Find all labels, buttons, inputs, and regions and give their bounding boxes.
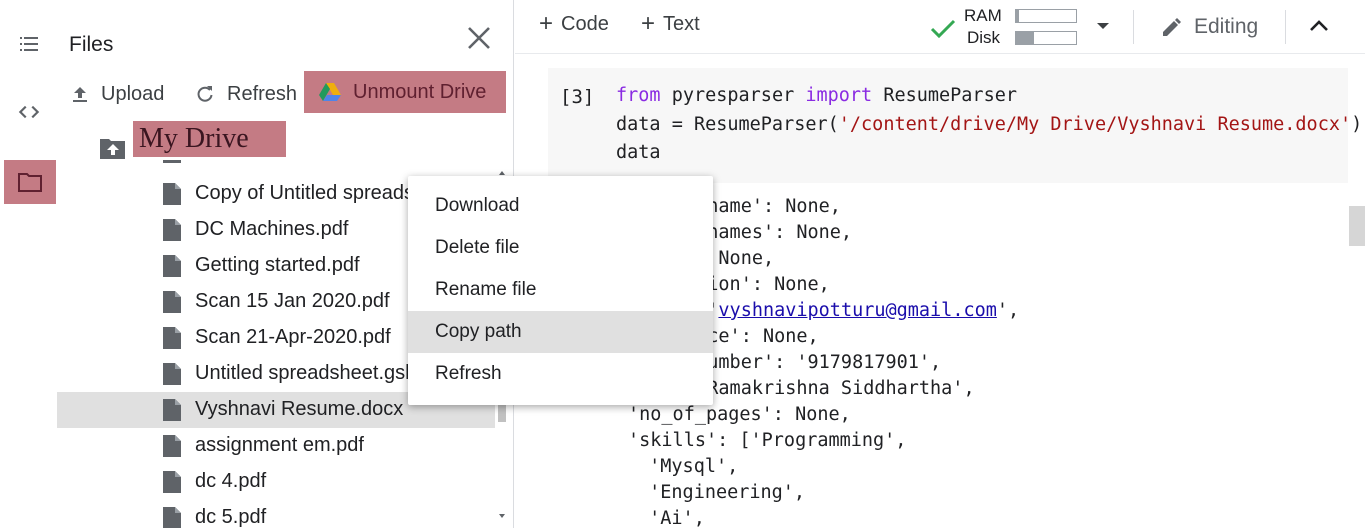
editing-mode-button[interactable]: Editing	[1160, 10, 1258, 44]
my-drive-label[interactable]: My Drive	[133, 121, 286, 157]
ram-usage-bar	[1015, 9, 1077, 23]
toolbar-divider	[1133, 10, 1134, 44]
upload-label: Upload	[101, 82, 165, 105]
plus-icon: +	[641, 10, 656, 37]
output-line: 'Engineering',	[638, 482, 806, 503]
left-rail	[0, 0, 57, 528]
file-icon	[162, 254, 182, 284]
add-code-label: Code	[561, 12, 609, 35]
output-line: : 'vyshnavipotturu@gmail.com',	[685, 300, 1019, 321]
output-line: 'no_of_pages': None,	[628, 404, 851, 425]
files-tab-icon[interactable]	[4, 160, 56, 204]
code-line-3: data	[616, 142, 661, 163]
file-icon	[162, 362, 182, 392]
file-icon	[162, 326, 182, 356]
email-link[interactable]: vyshnavipotturu@gmail.com	[718, 300, 996, 321]
file-icon	[162, 290, 182, 320]
disk-label: Disk	[967, 28, 1001, 47]
editing-label: Editing	[1194, 15, 1259, 38]
file-name: Scan 21-Apr-2020.pdf	[195, 326, 391, 348]
file-name: dc 4.pdf	[195, 470, 267, 492]
connected-check-icon	[930, 19, 956, 39]
add-code-button[interactable]: + Code	[539, 12, 609, 36]
output-line: 'Ai',	[638, 508, 705, 528]
collapse-chevron-up-icon[interactable]	[1308, 15, 1330, 42]
refresh-menu-item[interactable]: Refresh	[408, 353, 713, 395]
disk-usage-bar	[1015, 31, 1077, 45]
table-of-contents-icon[interactable]	[0, 26, 57, 62]
file-row-partial[interactable]	[57, 160, 495, 170]
file-row[interactable]: assignment em.pdf	[57, 428, 495, 464]
upload-icon	[73, 87, 87, 102]
file-name: Getting started.pdf	[195, 254, 360, 276]
file-icon	[162, 434, 182, 464]
folder-up-icon	[100, 139, 125, 159]
close-icon[interactable]	[465, 24, 493, 52]
file-icon	[162, 398, 182, 428]
file-name: dc 5.pdf	[195, 506, 267, 528]
file-name: Vyshnavi Resume.docx	[195, 398, 404, 420]
plus-icon: +	[539, 10, 554, 37]
google-drive-icon	[319, 83, 341, 101]
download-menu-item[interactable]: Download	[408, 185, 713, 227]
code-cell[interactable]: [3] from pyresparser import ResumeParser…	[548, 68, 1362, 183]
import-name: ResumeParser	[872, 85, 1017, 106]
add-text-label: Text	[663, 12, 700, 35]
ram-label: RAM	[964, 6, 1002, 25]
ram-disk-indicator[interactable]: RAM Disk	[930, 4, 1110, 50]
output-line: 'Ramakrishna Siddhartha',	[685, 378, 975, 399]
module-name: pyresparser	[660, 85, 806, 106]
output-line: 'Mysql',	[638, 456, 739, 477]
code-line-2: data = ResumeParser('/content/drive/My D…	[616, 114, 1362, 135]
file-icon	[162, 182, 182, 212]
file-icon	[162, 470, 182, 500]
keyword: import	[805, 85, 873, 106]
refresh-button[interactable]: Refresh	[195, 75, 297, 113]
file-name: Scan 15 Jan 2020.pdf	[195, 290, 390, 312]
file-row[interactable]: dc 5.pdf	[57, 500, 495, 528]
copy-path-menu-item[interactable]: Copy path	[408, 311, 713, 353]
add-text-button[interactable]: + Text	[641, 12, 700, 36]
code-text: data = ResumeParser(	[616, 114, 839, 135]
output-text: ',	[996, 300, 1020, 321]
unmount-drive-label: Unmount Drive	[353, 80, 487, 103]
delete-file-menu-item[interactable]: Delete file	[408, 227, 713, 269]
resources-dropdown-icon[interactable]	[1095, 18, 1111, 39]
string-literal: '/content/drive/My Drive/Vyshnavi Resume…	[838, 114, 1352, 135]
refresh-icon	[197, 86, 213, 102]
keyword: from	[616, 85, 661, 106]
output-line: 'skills': ['Programming',	[628, 430, 907, 451]
rename-file-menu-item[interactable]: Rename file	[408, 269, 713, 311]
file-icon	[162, 160, 182, 170]
file-name: DC Machines.pdf	[195, 218, 349, 240]
code-snippets-icon[interactable]	[0, 94, 57, 130]
execution-count: [3]	[560, 86, 595, 108]
files-panel-title: Files	[69, 33, 114, 56]
file-icon	[162, 218, 182, 248]
output-line: _number': '9179817901',	[685, 352, 942, 373]
file-row[interactable]: dc 4.pdf	[57, 464, 495, 500]
unmount-drive-button[interactable]: Unmount Drive	[304, 71, 506, 113]
pencil-icon	[1163, 18, 1181, 36]
file-name: Untitled spreadsheet.gsheet	[195, 362, 445, 384]
upload-button[interactable]: Upload	[71, 75, 164, 113]
notebook-scrollbar-thumb[interactable]	[1349, 206, 1365, 246]
file-context-menu: Download Delete file Rename file Copy path R…	[408, 176, 713, 405]
file-icon	[162, 506, 182, 528]
file-name: assignment em.pdf	[195, 434, 364, 456]
refresh-label: Refresh	[227, 82, 298, 105]
notebook-toolbar: + Code + Text RAM Disk Editing	[515, 0, 1365, 54]
code-line-1: from pyresparser import ResumeParser	[616, 85, 1017, 106]
code-text: )	[1351, 114, 1363, 135]
toolbar-divider	[1285, 10, 1286, 44]
